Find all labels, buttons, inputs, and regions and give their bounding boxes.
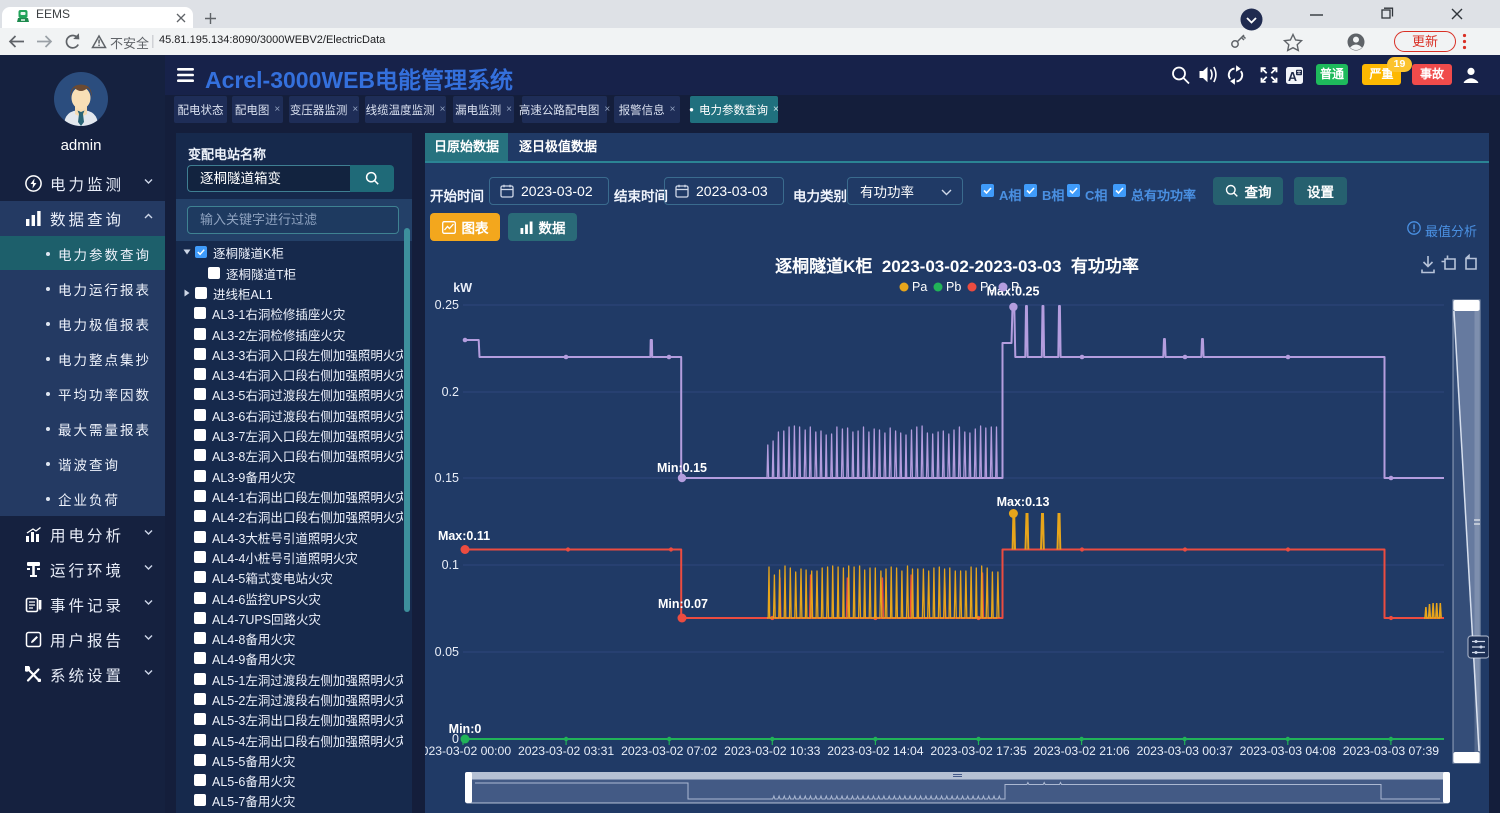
svg-text:kW: kW <box>453 281 472 295</box>
svg-text:Pb: Pb <box>946 280 961 294</box>
svg-text:Min:0.07: Min:0.07 <box>658 597 708 611</box>
svg-text:Pa: Pa <box>912 280 927 294</box>
svg-text:0.25: 0.25 <box>435 298 459 312</box>
svg-text:2023-03-02 17:35: 2023-03-02 17:35 <box>930 744 1026 758</box>
svg-text:Max:0.13: Max:0.13 <box>997 495 1050 509</box>
svg-text:0.2: 0.2 <box>442 385 459 399</box>
svg-text:Pc: Pc <box>980 280 995 294</box>
svg-text:Max:0.11: Max:0.11 <box>438 529 490 543</box>
svg-text:P: P <box>1011 280 1019 294</box>
svg-text:0.15: 0.15 <box>435 471 459 485</box>
svg-text:2023-03-03 00:37: 2023-03-03 00:37 <box>1137 744 1233 758</box>
svg-text:2023-03-02 14:04: 2023-03-02 14:04 <box>827 744 923 758</box>
svg-text:2023-03-02 00:00: 2023-03-02 00:00 <box>425 744 511 758</box>
svg-text:2023-03-02 07:02: 2023-03-02 07:02 <box>621 744 717 758</box>
svg-text:0.05: 0.05 <box>435 645 459 659</box>
svg-text:0.1: 0.1 <box>442 558 459 572</box>
svg-text:2023-03-02 03:31: 2023-03-02 03:31 <box>518 744 614 758</box>
svg-text:2023-03-03 04:08: 2023-03-03 04:08 <box>1240 744 1336 758</box>
svg-text:2023-03-03 07:39: 2023-03-03 07:39 <box>1343 744 1439 758</box>
svg-text:Min:0: Min:0 <box>449 722 482 736</box>
svg-text:2023-03-02 10:33: 2023-03-02 10:33 <box>724 744 820 758</box>
svg-text:Min:0.15: Min:0.15 <box>657 461 707 475</box>
svg-text:A: A <box>1288 70 1297 84</box>
svg-text:2023-03-02 21:06: 2023-03-02 21:06 <box>1033 744 1129 758</box>
